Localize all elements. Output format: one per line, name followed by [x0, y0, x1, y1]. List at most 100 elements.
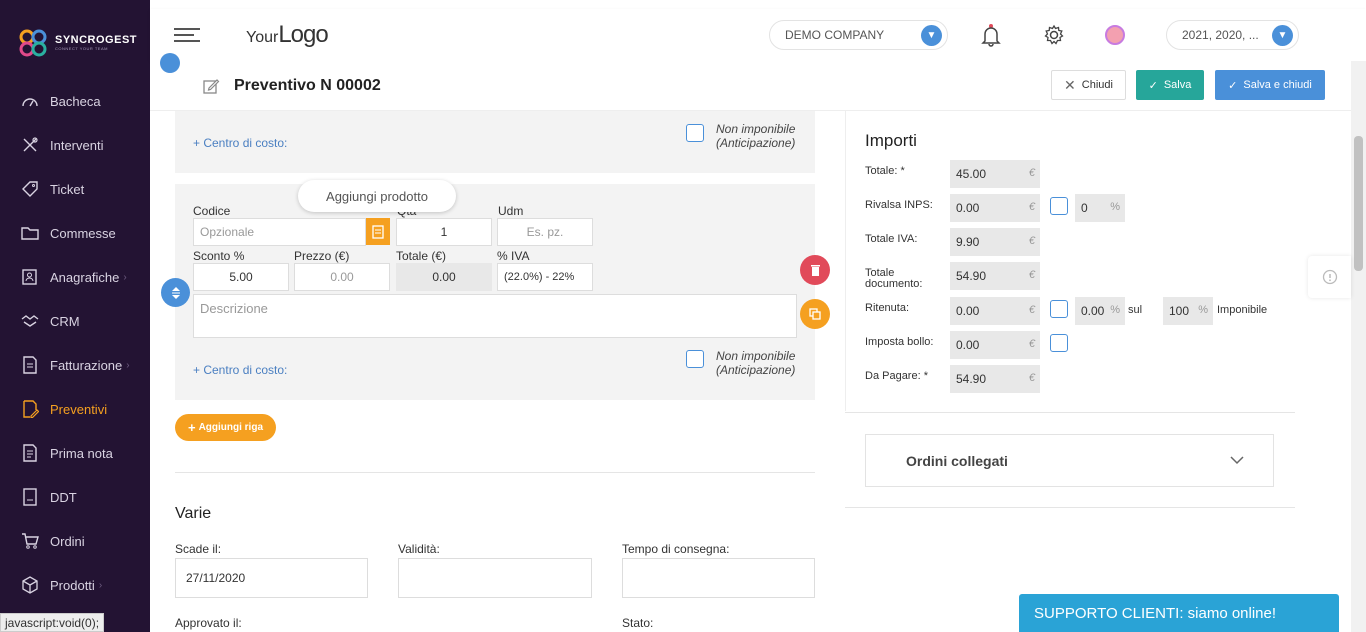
- company-select[interactable]: DEMO COMPANY ▼: [769, 20, 948, 50]
- scade-label: Scade il:: [175, 542, 222, 556]
- handshake-icon: [21, 312, 39, 330]
- notifications-bell-icon[interactable]: [981, 23, 1001, 52]
- da-pagare-value-text: 54.90: [956, 372, 987, 386]
- sidebar-item-preventivi[interactable]: Preventivi: [0, 391, 150, 427]
- totale-documento-value-text: 54.90: [956, 269, 987, 283]
- sconto-input[interactable]: 5.00: [193, 263, 289, 291]
- rivalsa-checkbox[interactable]: [1050, 197, 1068, 215]
- totale-label: Totale: *: [865, 165, 905, 177]
- sidebar-item-crm[interactable]: CRM: [0, 303, 150, 339]
- check-icon: ✓: [1148, 79, 1158, 92]
- euro-sign: €: [1028, 167, 1035, 179]
- non-imponibile-label: Non imponibile (Anticipazione): [716, 349, 796, 377]
- rivalsa-pct-input[interactable]: 0%: [1075, 194, 1125, 222]
- sidebar-item-prima-nota[interactable]: Prima nota: [0, 435, 150, 471]
- user-avatar[interactable]: [1105, 25, 1125, 45]
- sidebar-item-ordini[interactable]: Ordini: [0, 523, 150, 559]
- sidebar-item-label: Bacheca: [50, 93, 101, 109]
- plus-icon: +: [187, 420, 196, 435]
- non-imponibile-checkbox[interactable]: [686, 124, 704, 142]
- brand-name: SYNCROGEST: [55, 34, 138, 46]
- company-logo: YourLogo: [246, 21, 329, 49]
- settings-gear-icon[interactable]: [1043, 24, 1065, 51]
- edit-icon: [203, 79, 220, 94]
- prezzo-input[interactable]: 0.00: [294, 263, 390, 291]
- ordini-collegati-accordion[interactable]: Ordini collegati: [865, 434, 1274, 487]
- sidebar-item-interventi[interactable]: Interventi: [0, 127, 150, 163]
- product-lookup-button[interactable]: [366, 218, 390, 245]
- sidebar-item-bacheca[interactable]: Bacheca: [0, 83, 150, 119]
- udm-input[interactable]: Es. pz.: [497, 218, 593, 246]
- qta-input[interactable]: 1: [396, 218, 492, 246]
- ritenuta-label: Ritenuta:: [865, 302, 910, 314]
- ritenuta-checkbox[interactable]: [1050, 300, 1068, 318]
- contacts-icon: [21, 268, 39, 286]
- sidebar-item-label: Anagrafiche: [50, 269, 120, 285]
- euro-sign: €: [1028, 235, 1035, 247]
- imponibile-pct-input[interactable]: 100%: [1163, 297, 1213, 325]
- tempo-consegna-label: Tempo di consegna:: [622, 542, 730, 556]
- udm-label: Udm: [498, 204, 524, 218]
- close-button[interactable]: ✕ Chiudi: [1051, 70, 1126, 100]
- tag-icon: [21, 180, 39, 198]
- ritenuta-pct-text: 0.00: [1081, 304, 1105, 318]
- add-row-label: Aggiungi riga: [198, 422, 264, 433]
- euro-sign: €: [1028, 372, 1035, 384]
- varie-title: Varie: [175, 505, 212, 522]
- sidebar-item-label: Prodotti: [50, 577, 95, 593]
- pct-sign: %: [1198, 304, 1208, 316]
- imposta-bollo-label: Imposta bollo:: [865, 336, 934, 348]
- ritenuta-pct-input[interactable]: 0.00%: [1075, 297, 1125, 325]
- scrollbar-thumb[interactable]: [1354, 136, 1363, 271]
- syncrogest-logo-icon: [19, 29, 47, 57]
- menu-toggle-icon[interactable]: [174, 28, 200, 42]
- sul-label: sul: [1128, 304, 1143, 316]
- box-icon: [21, 576, 39, 594]
- sidebar-item-ddt[interactable]: DDT: [0, 479, 150, 515]
- imposta-bollo-checkbox[interactable]: [1050, 334, 1068, 352]
- add-row-button[interactable]: + Aggiungi riga: [175, 414, 276, 441]
- cost-center-link[interactable]: + Centro di costo:: [193, 363, 287, 377]
- cost-center-link[interactable]: + Centro di costo:: [193, 136, 287, 150]
- topbar: YourLogo DEMO COMPANY ▼ 2021, 2020, ... …: [150, 9, 1366, 61]
- save-and-close-button[interactable]: ✓ Salva e chiudi: [1215, 70, 1325, 100]
- duplicate-row-button[interactable]: [800, 299, 830, 329]
- validita-input[interactable]: [398, 558, 592, 598]
- sidebar-item-fatturazione[interactable]: Fatturazione ›: [0, 347, 150, 383]
- page-scrollbar[interactable]: [1351, 61, 1366, 632]
- validita-label: Validità:: [398, 542, 440, 556]
- support-chat-button[interactable]: SUPPORTO CLIENTI: siamo online!: [1019, 594, 1339, 632]
- non-imponibile-checkbox[interactable]: [686, 350, 704, 368]
- note-icon: [21, 444, 39, 462]
- sidebar-item-label: DDT: [50, 489, 77, 505]
- save-button[interactable]: ✓ Salva: [1136, 70, 1204, 100]
- scade-input[interactable]: 27/11/2020: [175, 558, 368, 598]
- save-close-button-label: Salva e chiudi: [1243, 79, 1312, 91]
- codice-input[interactable]: Opzionale: [193, 218, 366, 246]
- logo-small-text: Your: [246, 29, 279, 46]
- info-icon[interactable]: [1308, 256, 1351, 298]
- move-row-icon[interactable]: [161, 278, 190, 307]
- divider: [845, 412, 1295, 413]
- sidebar-item-commesse[interactable]: Commesse: [0, 215, 150, 251]
- delete-row-button[interactable]: [800, 255, 830, 285]
- trash-icon: [810, 264, 820, 276]
- fiscal-years-select[interactable]: 2021, 2020, ... ▼: [1166, 20, 1299, 50]
- collapse-toggle-icon[interactable]: [160, 53, 180, 73]
- add-product-tooltip: Aggiungi prodotto: [298, 180, 456, 212]
- tempo-consegna-input[interactable]: [622, 558, 815, 598]
- euro-sign: €: [1028, 201, 1035, 213]
- pct-sign: %: [1110, 304, 1120, 316]
- iva-select[interactable]: (22.0%) - 22%: [497, 263, 593, 291]
- imponibile-label: Imponibile: [1217, 304, 1268, 316]
- list-icon: [372, 224, 384, 239]
- sidebar-item-anagrafiche[interactable]: Anagrafiche ›: [0, 259, 150, 295]
- descrizione-textarea[interactable]: Descrizione: [193, 294, 797, 338]
- brand-logo[interactable]: SYNCROGEST CONNECT YOUR TEAM: [18, 28, 137, 58]
- iva-label: % IVA: [497, 249, 530, 263]
- cart-icon: [21, 532, 39, 550]
- totale-iva-value: 9.90 €: [950, 228, 1040, 256]
- sidebar-item-prodotti[interactable]: Prodotti ›: [0, 567, 150, 603]
- sidebar-item-ticket[interactable]: Ticket: [0, 171, 150, 207]
- page-title: Preventivo N 00002: [234, 77, 381, 94]
